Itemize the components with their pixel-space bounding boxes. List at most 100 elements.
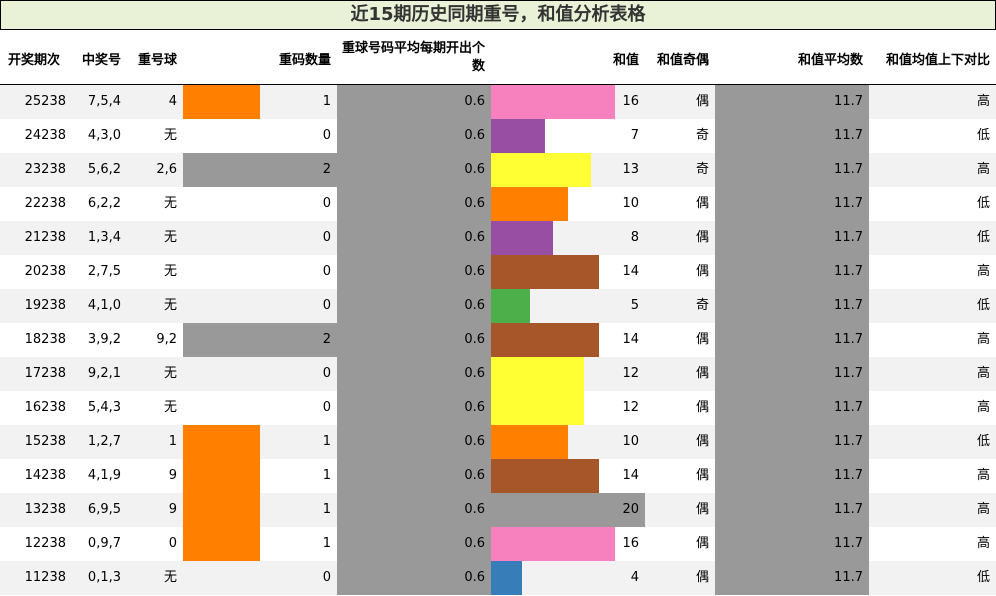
cell-repeat-count: 0 [322, 400, 331, 415]
cell-repeat-count: 0 [322, 230, 331, 245]
cell-repeat-ball: 无 [163, 400, 177, 415]
table-row: 18238 3,9,2 9,2 2 0.6 14 偶 11.7 高 [0, 323, 996, 357]
cell-repeat-ball: 2,6 [156, 162, 177, 177]
cell-period: 20238 [24, 264, 66, 279]
cell-sum: 14 [622, 264, 639, 279]
cell-avg-repeat: 0.6 [464, 570, 485, 585]
cell-repeat-count: 0 [322, 570, 331, 585]
cell-compare: 低 [976, 230, 990, 245]
table-row: 13238 6,9,5 9 1 0.6 20 偶 11.7 高 [0, 493, 996, 527]
cell-sum: 10 [622, 196, 639, 211]
cell-numbers: 7,5,4 [87, 94, 121, 109]
cell-repeat-count: 1 [322, 468, 331, 483]
cell-repeat-count: 1 [322, 502, 331, 517]
table-row: 11238 0,1,3 无 0 0.6 4 偶 11.7 低 [0, 561, 996, 595]
cell-sum-avg: 11.7 [834, 298, 863, 313]
cell-compare: 高 [976, 264, 990, 279]
cell-sum: 20 [622, 502, 639, 517]
cell-compare: 高 [976, 94, 990, 109]
cell-sum-avg: 11.7 [834, 162, 863, 177]
cell-repeat-ball: 无 [163, 264, 177, 279]
table-row: 16238 5,4,3 无 0 0.6 12 偶 11.7 高 [0, 391, 996, 425]
cell-parity: 奇 [695, 128, 709, 143]
cell-sum-avg: 11.7 [834, 332, 863, 347]
cell-repeat-count: 1 [322, 434, 331, 449]
cell-parity: 偶 [695, 332, 709, 347]
cell-avg-repeat: 0.6 [464, 264, 485, 279]
cell-repeat-count: 0 [322, 196, 331, 211]
cell-sum: 12 [622, 366, 639, 381]
cell-avg-repeat: 0.6 [464, 128, 485, 143]
cell-parity: 偶 [695, 434, 709, 449]
cell-sum: 7 [630, 128, 639, 143]
cell-sum-avg: 11.7 [834, 536, 863, 551]
table-row: 22238 6,2,2 无 0 0.6 10 偶 11.7 低 [0, 187, 996, 221]
cell-sum-avg: 11.7 [834, 434, 863, 449]
table-row: 15238 1,2,7 1 1 0.6 10 偶 11.7 低 [0, 425, 996, 459]
cell-sum-avg: 11.7 [834, 570, 863, 585]
cell-compare: 高 [976, 468, 990, 483]
cell-parity: 偶 [695, 536, 709, 551]
cell-numbers: 9,2,1 [87, 366, 121, 381]
cell-parity: 奇 [695, 162, 709, 177]
cell-sum: 10 [622, 434, 639, 449]
header-numbers: 中奖号 [81, 52, 121, 68]
cell-parity: 偶 [695, 94, 709, 109]
cell-sum-avg: 11.7 [834, 264, 863, 279]
table-row: 23238 5,6,2 2,6 2 0.6 13 奇 11.7 高 [0, 153, 996, 187]
cell-avg-repeat: 0.6 [464, 468, 485, 483]
cell-repeat-ball: 无 [163, 230, 177, 245]
table-row: 14238 4,1,9 9 1 0.6 14 偶 11.7 高 [0, 459, 996, 493]
cell-repeat-ball: 无 [163, 366, 177, 381]
cell-sum-avg: 11.7 [834, 502, 863, 517]
cell-compare: 高 [976, 536, 990, 551]
cell-sum-avg: 11.7 [834, 468, 863, 483]
header-repeat-count: 重码数量 [278, 52, 331, 68]
cell-repeat-ball: 4 [168, 94, 177, 109]
table-row: 12238 0,9,7 0 1 0.6 16 偶 11.7 高 [0, 527, 996, 561]
cell-compare: 低 [976, 298, 990, 313]
cell-sum: 8 [630, 230, 639, 245]
cell-numbers: 4,1,0 [87, 298, 121, 313]
cell-period: 25238 [24, 94, 66, 109]
cell-repeat-count: 2 [322, 162, 331, 177]
cell-repeat-ball: 9 [168, 502, 177, 517]
cell-sum: 13 [622, 162, 639, 177]
header-avg-repeat: 重球号码平均每期开出个数 [341, 41, 485, 74]
cell-compare: 高 [976, 162, 990, 177]
cell-repeat-count: 0 [322, 366, 331, 381]
cell-repeat-ball: 0 [168, 536, 177, 551]
cell-repeat-ball: 无 [163, 570, 177, 585]
cell-parity: 偶 [695, 400, 709, 415]
cell-sum: 14 [622, 332, 639, 347]
cell-avg-repeat: 0.6 [464, 94, 485, 109]
cell-parity: 偶 [695, 230, 709, 245]
cell-period: 14238 [24, 468, 66, 483]
cell-period: 11238 [24, 570, 66, 585]
cell-numbers: 6,2,2 [87, 196, 121, 211]
cell-sum: 4 [630, 570, 639, 585]
cell-numbers: 1,3,4 [87, 230, 121, 245]
table-row: 25238 7,5,4 4 1 0.6 16 偶 11.7 高 [0, 85, 996, 119]
cell-compare: 低 [976, 196, 990, 211]
cell-repeat-ball: 9 [168, 468, 177, 483]
cell-period: 13238 [24, 502, 66, 517]
cell-period: 12238 [24, 536, 66, 551]
cell-period: 19238 [24, 298, 66, 313]
cell-compare: 高 [976, 400, 990, 415]
cell-avg-repeat: 0.6 [464, 434, 485, 449]
cell-repeat-count: 1 [322, 536, 331, 551]
cell-period: 15238 [24, 434, 66, 449]
cell-compare: 低 [976, 570, 990, 585]
cell-numbers: 2,7,5 [87, 264, 121, 279]
cell-numbers: 1,2,7 [87, 434, 121, 449]
table-row: 24238 4,3,0 无 0 0.6 7 奇 11.7 低 [0, 119, 996, 153]
cell-avg-repeat: 0.6 [464, 162, 485, 177]
cell-numbers: 4,1,9 [87, 468, 121, 483]
cell-repeat-ball: 无 [163, 128, 177, 143]
cell-parity: 偶 [695, 264, 709, 279]
table-title: 近15期历史同期重号，和值分析表格 [0, 0, 996, 30]
cell-avg-repeat: 0.6 [464, 196, 485, 211]
cell-parity: 奇 [695, 298, 709, 313]
cell-period: 16238 [24, 400, 66, 415]
